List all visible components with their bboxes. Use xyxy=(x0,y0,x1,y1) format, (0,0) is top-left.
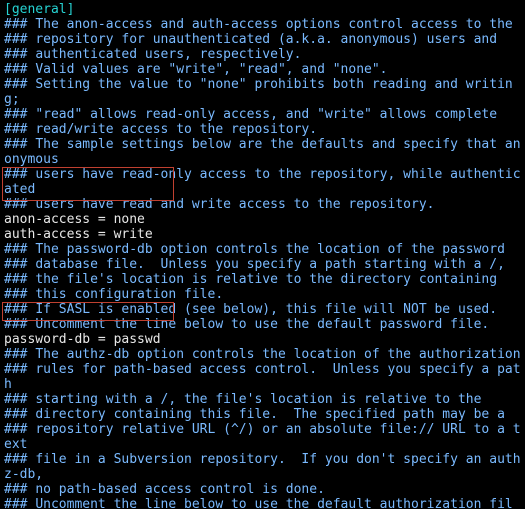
comment-marker: ### xyxy=(4,392,27,407)
comment-marker: ### xyxy=(4,302,27,317)
comment-line: read/write access to the repository. xyxy=(35,122,317,137)
comment-line: The password-db option controls the loca… xyxy=(35,242,505,257)
comment-line: file in a Subversion repository. If you … xyxy=(4,452,521,482)
comment-line: The anon-access and auth-access options … xyxy=(35,17,512,32)
comment-marker: ### xyxy=(4,62,27,77)
comment-marker: ### xyxy=(4,257,27,272)
comment-line: the file's location is relative to the d… xyxy=(35,272,497,287)
comment-line: Uncomment the line below to use the defa… xyxy=(4,497,513,509)
comment-marker: ### xyxy=(4,422,27,437)
comment-line: users have read and write access to the … xyxy=(35,197,434,212)
comment-marker: ### xyxy=(4,167,27,182)
comment-marker: ### xyxy=(4,317,27,332)
setting-auth-access: auth-access = write xyxy=(4,227,153,242)
comment-line: "read" allows read-only access, and "wri… xyxy=(35,107,497,122)
comment-marker: ### xyxy=(4,137,27,152)
comment-marker: ### xyxy=(4,347,27,362)
comment-marker: ### xyxy=(4,77,27,92)
comment-marker: ### xyxy=(4,107,27,122)
section-header: [general] xyxy=(4,2,74,17)
comment-line: database file. Unless you specify a path… xyxy=(35,257,505,272)
comment-marker: ### xyxy=(4,242,27,257)
comment-line: authenticated users, respectively. xyxy=(35,47,301,62)
comment-line: Uncomment the line below to use the defa… xyxy=(35,317,489,332)
comment-line: Setting the value to "none" prohibits bo… xyxy=(4,77,513,107)
comment-marker: ### xyxy=(4,32,27,47)
comment-line: The sample settings below are the defaul… xyxy=(4,137,521,167)
setting-anon-access: anon-access = none xyxy=(4,212,145,227)
comment-line: directory containing this file. The spec… xyxy=(35,407,505,422)
comment-line: If SASL is enabled (see below), this fil… xyxy=(35,302,497,317)
comment-line: repository relative URL (^/) or an absol… xyxy=(4,422,521,452)
comment-line: repository for unauthenticated (a.k.a. a… xyxy=(35,32,497,47)
comment-line: no path-based access control is done. xyxy=(35,482,325,497)
comment-marker: ### xyxy=(4,47,27,62)
comment-marker: ### xyxy=(4,197,27,212)
comment-marker: ### xyxy=(4,287,27,302)
comment-marker: ### xyxy=(4,497,27,509)
comment-marker: ### xyxy=(4,272,27,287)
comment-line: rules for path-based access control. Unl… xyxy=(4,362,521,392)
comment-marker: ### xyxy=(4,122,27,137)
comment-line: users have read-only access to the repos… xyxy=(4,167,521,197)
terminal-output[interactable]: [general] ### The anon-access and auth-a… xyxy=(0,0,525,509)
comment-marker: ### xyxy=(4,482,27,497)
comment-marker: ### xyxy=(4,407,27,422)
comment-line: starting with a /, the file's location i… xyxy=(35,392,481,407)
comment-marker: ### xyxy=(4,452,27,467)
comment-line: The authz-db option controls the locatio… xyxy=(35,347,520,362)
comment-line: this configuration file. xyxy=(35,287,223,302)
comment-marker: ### xyxy=(4,362,27,377)
comment-line: Valid values are "write", "read", and "n… xyxy=(35,62,387,77)
setting-password-db: password-db = passwd xyxy=(4,332,161,347)
comment-marker: ### xyxy=(4,17,27,32)
